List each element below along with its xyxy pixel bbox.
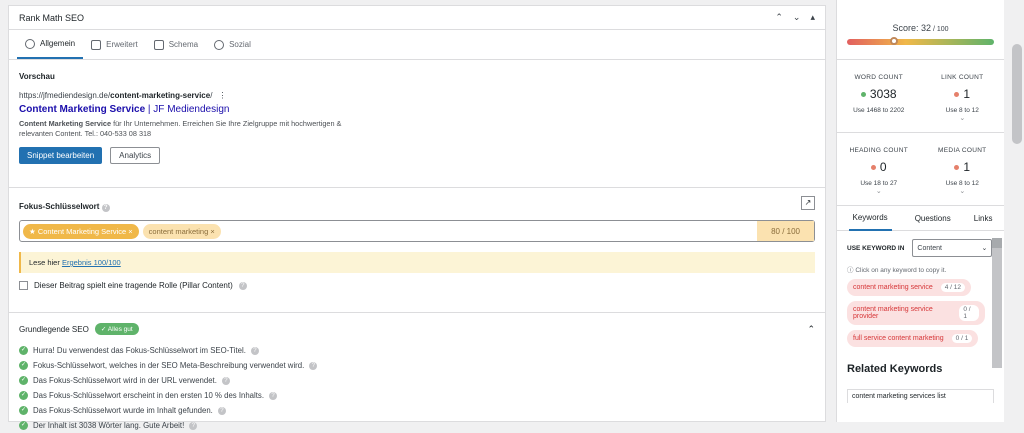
- help-icon[interactable]: ?: [221, 376, 230, 385]
- score-label: Score: 32 / 100: [892, 23, 949, 33]
- heading-count-stat: HEADING COUNT 0 Use 18 to 27 ⌄: [837, 133, 921, 205]
- help-icon[interactable]: ?: [269, 391, 277, 400]
- tab-allgemein[interactable]: Allgemein: [17, 30, 84, 59]
- check-icon: ✓: [19, 391, 28, 400]
- status-badge: ✓ Alles gut: [94, 323, 139, 335]
- preview-description: Content Marketing Service für Ihr Untern…: [19, 119, 342, 138]
- help-icon[interactable]: ?: [217, 406, 226, 415]
- check-icon: ✓: [19, 361, 28, 370]
- help-icon[interactable]: ?: [101, 204, 110, 212]
- preview-title: Content Marketing Service | JF Mediendes…: [19, 104, 230, 115]
- list-item: ✓ Das Fokus-Schlüsselwort wurde im Inhalt…: [19, 403, 815, 418]
- trends-icon[interactable]: ↗: [801, 196, 815, 210]
- help-icon[interactable]: ?: [238, 281, 247, 290]
- status-dot: [860, 91, 866, 97]
- tab-bar: Allgemein Erweitert Schema Sozial: [9, 30, 825, 60]
- keyword-chip-secondary[interactable]: content marketing ×: [142, 223, 221, 239]
- result-link[interactable]: Ergebnis 100/100: [62, 258, 121, 267]
- tab-sozial[interactable]: Sozial: [206, 30, 259, 59]
- pillar-content-checkbox[interactable]: Dieser Beitrag spielt eine tragende Roll…: [19, 281, 815, 290]
- tab-schema[interactable]: Schema: [146, 30, 206, 59]
- chevron-down-icon[interactable]: ⌄: [793, 12, 801, 23]
- sidebar-tabs: Keywords Questions Links: [837, 205, 1004, 231]
- status-dot: [954, 91, 960, 97]
- score-marker: [890, 37, 899, 45]
- page-scrollbar[interactable]: [1012, 44, 1022, 144]
- check-list: ✓ Hurra! Du verwendest das Fokus-Schlüsse…: [19, 343, 815, 433]
- tab-keywords[interactable]: Keywords: [848, 206, 892, 231]
- more-options-icon[interactable]: ⋮: [218, 91, 226, 100]
- keyword-pill[interactable]: content marketing service 4 / 12: [847, 279, 972, 296]
- keyword-score: 80 / 100: [757, 221, 814, 241]
- help-icon[interactable]: ?: [189, 421, 198, 430]
- check-icon: ✓: [19, 346, 28, 355]
- help-icon[interactable]: ?: [309, 361, 318, 370]
- panel-header: Rank Math SEO ⌃ ⌄ ▴: [9, 6, 825, 30]
- list-item: ✓ Der Inhalt ist 3038 Wörter lang. Gute A…: [19, 418, 815, 433]
- media-count-stat: MEDIA COUNT 1 Use 8 to 12 ⌄: [921, 133, 1005, 205]
- social-icon: [214, 39, 225, 50]
- checkbox[interactable]: [19, 281, 28, 290]
- content-ai-sidebar: Score: 32 / 100 WORD COUNT 3038 Use 1468…: [836, 0, 1004, 422]
- copy-hint: ⓘ Click on any keyword to copy it.: [847, 267, 947, 274]
- keyword-location-select[interactable]: Content ⌄: [912, 239, 993, 257]
- panel-title: Rank Math SEO: [19, 12, 85, 23]
- edit-snippet-button[interactable]: Snippet bearbeiten: [19, 147, 103, 164]
- preview-url: https://jfmediendesign.de/content-market…: [19, 91, 227, 100]
- help-icon[interactable]: ?: [250, 346, 259, 355]
- toggle-panel-icon[interactable]: ▴: [810, 12, 815, 23]
- chevron-down-icon[interactable]: ⌄: [921, 187, 1005, 195]
- chevron-up-icon[interactable]: ⌃: [775, 12, 783, 23]
- related-keywords-heading: Related Keywords: [847, 363, 943, 375]
- score-gauge: [847, 37, 994, 45]
- basic-seo-heading[interactable]: Grundlegende SEO: [19, 325, 89, 334]
- preview-label: Vorschau: [19, 72, 55, 81]
- chevron-down-icon[interactable]: ⌄: [921, 114, 1005, 122]
- rank-math-panel: Rank Math SEO ⌃ ⌄ ▴ Allgemein Erweitert …: [8, 5, 826, 430]
- analytics-button[interactable]: Analytics: [110, 147, 161, 164]
- status-dot: [954, 164, 960, 170]
- schema-icon: [153, 39, 164, 50]
- list-item: ✓ Hurra! Du verwendest das Fokus-Schlüsse…: [19, 343, 815, 358]
- result-notice: Lese hier Ergebnis 100/100: [19, 252, 815, 273]
- word-count-stat: WORD COUNT 3038 Use 1468 to 2202: [853, 74, 905, 114]
- focus-keyword-input[interactable]: ★ Content Marketing Service × content ma…: [19, 220, 815, 242]
- check-icon: ✓: [19, 421, 28, 430]
- stats-grid: WORD COUNT 3038 Use 1468 to 2202 LINK CO…: [837, 59, 1004, 205]
- chevron-down-icon[interactable]: ⌄: [837, 187, 921, 195]
- tab-links[interactable]: Links: [974, 214, 993, 223]
- tab-erweitert[interactable]: Erweitert: [83, 30, 146, 59]
- keyword-pill[interactable]: full service content marketing 0 / 1: [847, 330, 979, 347]
- link-count-stat: LINK COUNT 1 Use 8 to 12 ⌄: [921, 60, 1005, 132]
- related-keyword-item[interactable]: content marketing services list: [847, 389, 994, 403]
- collapse-icon[interactable]: ⌃: [807, 324, 815, 335]
- focus-keyword-label: Fokus-Schlüsselwort ?: [19, 202, 815, 212]
- tab-questions[interactable]: Questions: [915, 214, 951, 223]
- gear-icon: [25, 38, 35, 49]
- keyword-pill[interactable]: content marketing service provider 0 / 1: [847, 301, 985, 325]
- check-icon: ✓: [19, 376, 28, 385]
- list-item: ✓ Fokus-Schlüsselwort, welches in der SEO…: [19, 358, 815, 373]
- list-item: ✓ Das Fokus-Schlüsselwort erscheint in de…: [19, 388, 815, 403]
- chevron-down-icon: ⌄: [981, 245, 988, 252]
- list-item: ✓ Das Fokus-Schlüsselwort wird in der URL…: [19, 373, 815, 388]
- status-dot: [870, 164, 876, 170]
- toolbox-icon: [91, 39, 102, 50]
- use-keyword-in: USE KEYWORD IN Content ⌄: [847, 239, 994, 257]
- keyword-chip-primary[interactable]: ★ Content Marketing Service ×: [23, 223, 139, 239]
- sidebar-scrollbar[interactable]: [992, 238, 1002, 368]
- check-icon: ✓: [19, 406, 28, 415]
